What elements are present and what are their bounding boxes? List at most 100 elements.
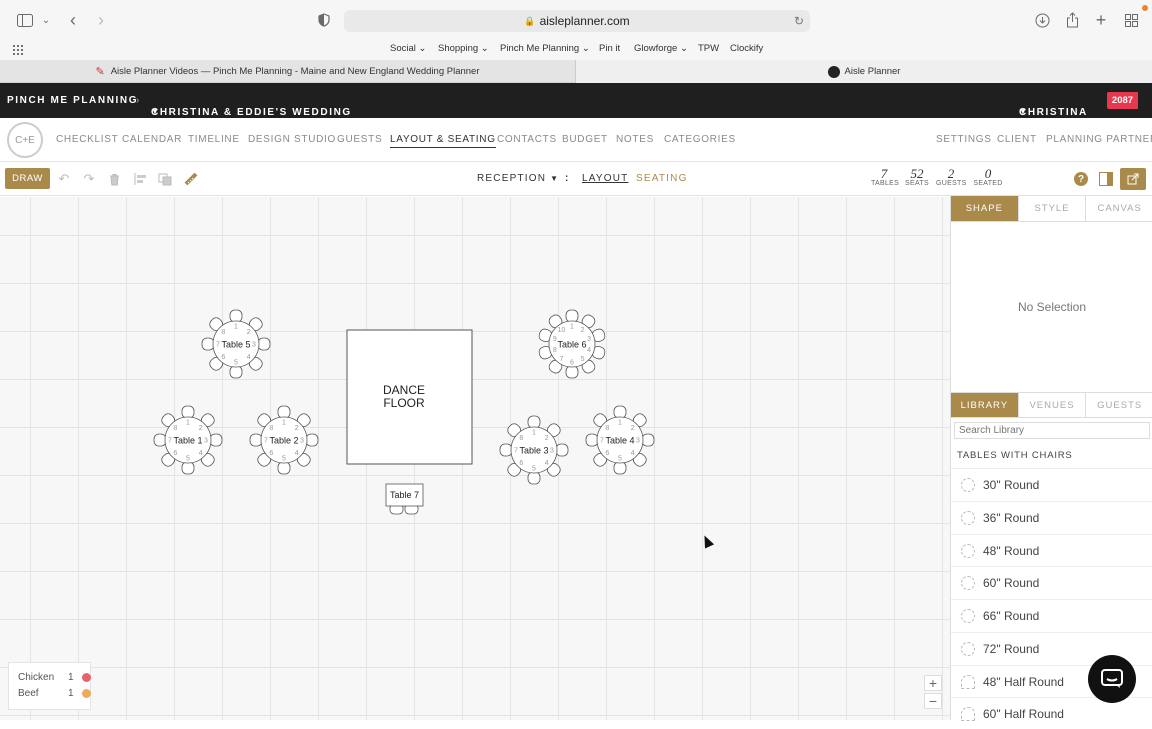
seating-table[interactable]: 1 234 5 678 Table 4: [585, 405, 655, 475]
seat-number: 8: [519, 435, 523, 442]
nav-timeline[interactable]: TIMELINE: [188, 134, 240, 145]
trash-icon[interactable]: [106, 171, 122, 187]
library-item-48-round[interactable]: 48" Round: [951, 534, 1152, 566]
seat-number: 2: [545, 435, 549, 442]
nav-contacts[interactable]: CONTACTS: [497, 134, 557, 145]
room-selector[interactable]: RECEPTION ▼: [477, 173, 559, 184]
undo-icon[interactable]: ↶: [56, 171, 72, 187]
seat-number: 7: [514, 448, 518, 455]
chair: [565, 365, 579, 379]
bookmark-shopping[interactable]: Shopping ⌄: [438, 43, 489, 54]
new-tab-icon[interactable]: +: [1092, 10, 1110, 30]
tab-style[interactable]: STYLE: [1019, 196, 1087, 221]
zoom-in-button[interactable]: +: [924, 675, 942, 691]
grid-icon[interactable]: [12, 44, 23, 55]
library-item-36-round[interactable]: 36" Round: [951, 501, 1152, 533]
download-icon[interactable]: [1033, 10, 1051, 30]
layout-canvas[interactable]: DANCE FLOOR 1 2 3 4 5 6 7 8 Table 5 1 2 3 4 5 6 7 8 9 10 Ta…: [0, 197, 950, 720]
company-name[interactable]: PINCH ME PLANNING: [7, 95, 138, 106]
mode-layout-tab[interactable]: LAYOUT: [582, 173, 628, 184]
url-bar[interactable]: 🔒 aisleplanner.com ↻: [344, 10, 810, 32]
panel-toggle-icon[interactable]: [1093, 168, 1119, 190]
monogram-logo[interactable]: C+E: [7, 122, 43, 158]
chair: [249, 433, 263, 447]
nav-guests[interactable]: GUESTS: [337, 134, 382, 145]
library-item-66-round[interactable]: 66" Round: [951, 599, 1152, 631]
nav-categories[interactable]: CATEGORIES: [664, 134, 736, 145]
round-table-icon: [961, 575, 975, 590]
export-icon[interactable]: [1120, 168, 1146, 190]
align-icon[interactable]: [132, 171, 148, 187]
seat-number: 6: [570, 360, 574, 367]
help-icon[interactable]: ?: [1068, 168, 1094, 190]
seat-number: 5: [282, 456, 286, 463]
draw-button[interactable]: DRAW: [5, 168, 50, 189]
tab-overview-icon[interactable]: [1122, 10, 1140, 30]
chair: [229, 365, 243, 379]
nav-checklist[interactable]: CHECKLIST: [56, 134, 118, 145]
tab-shape[interactable]: SHAPE: [951, 196, 1019, 221]
nav-budget[interactable]: BUDGET: [562, 134, 608, 145]
seating-table[interactable]: 1 234 5 678 Table 5: [201, 309, 271, 379]
bookmark-glowforge[interactable]: Glowforge ⌄: [634, 43, 688, 54]
tab-venues[interactable]: VENUES: [1019, 393, 1087, 417]
back-button[interactable]: ‹: [64, 10, 82, 30]
seat-number: 3: [636, 438, 640, 445]
seating-table[interactable]: Table 7: [385, 483, 424, 515]
seating-table[interactable]: 1 234 5 678 Table 1: [153, 405, 223, 475]
library-item-30-round[interactable]: 30" Round: [951, 468, 1152, 500]
bookmark-tpw[interactable]: TPW: [698, 43, 719, 54]
zoom-out-button[interactable]: −: [924, 693, 942, 709]
forward-button[interactable]: ›: [92, 10, 110, 30]
seat-number: 5: [618, 456, 622, 463]
notification-dot: [1142, 5, 1148, 11]
chair: [257, 337, 271, 351]
half-round-table-icon: [961, 674, 975, 689]
nav-client[interactable]: CLIENT: [997, 134, 1037, 145]
table-label: Table 1: [173, 436, 202, 446]
nav-planning-partners[interactable]: PLANNING PARTNERS: [1046, 134, 1152, 145]
chat-icon: [1101, 669, 1123, 688]
browser-tab-aisle-planner[interactable]: Aisle Planner: [576, 60, 1152, 83]
share-icon[interactable]: [1063, 10, 1081, 30]
tab-library-guests[interactable]: GUESTS: [1086, 393, 1152, 417]
reload-icon[interactable]: ↻: [794, 14, 804, 28]
seat-number: 1: [570, 324, 574, 331]
stat-guests: 2 GUESTS: [936, 166, 967, 187]
library-item-60-half-round[interactable]: 60" Half Round: [951, 697, 1152, 729]
redo-icon[interactable]: ↷: [81, 171, 97, 187]
measure-icon[interactable]: [183, 171, 199, 187]
bookmark-pin-it[interactable]: Pin it: [599, 43, 620, 54]
seating-table[interactable]: 1 234 5 678 Table 3: [499, 415, 569, 485]
chair: [499, 443, 513, 457]
nav-notes[interactable]: NOTES: [616, 134, 654, 145]
tab-library[interactable]: LIBRARY: [951, 393, 1019, 417]
tab-canvas[interactable]: CANVAS: [1086, 196, 1152, 221]
browser-tab-videos[interactable]: ✎ Aisle Planner Videos — Pinch Me Planni…: [0, 60, 576, 83]
sidebar-toggle-icon[interactable]: [16, 10, 34, 30]
nav-layout-seating[interactable]: LAYOUT & SEATING: [390, 134, 496, 148]
nav-calendar[interactable]: CALENDAR: [122, 134, 182, 145]
chair: [209, 433, 223, 447]
notification-badge[interactable]: 2087: [1107, 92, 1138, 109]
main-nav: C+E CHECKLIST CALENDAR TIMELINE DESIGN S…: [0, 118, 1152, 162]
bookmark-pinch-me-planning[interactable]: Pinch Me Planning ⌄: [500, 43, 590, 54]
chevron-down-icon[interactable]: ⌄: [40, 10, 52, 30]
bookmark-social[interactable]: Social ⌄: [390, 43, 426, 54]
nav-settings[interactable]: SETTINGS: [936, 134, 992, 145]
chair: [153, 433, 167, 447]
seat-number: 6: [269, 450, 273, 457]
layers-icon[interactable]: [157, 171, 173, 187]
chat-support-button[interactable]: [1088, 655, 1136, 703]
seating-table[interactable]: 1 234 5 678 Table 2: [249, 405, 319, 475]
stat-seated: 0 SEATED: [973, 166, 1003, 187]
bookmark-clockify[interactable]: Clockify: [730, 43, 763, 54]
search-library-input[interactable]: [954, 422, 1150, 439]
shield-icon[interactable]: [316, 10, 332, 30]
mode-seating-tab[interactable]: SEATING: [636, 173, 688, 184]
seating-table[interactable]: 1 23 45678 910 Table 6: [538, 309, 606, 379]
nav-design-studio[interactable]: DESIGN STUDIO: [248, 134, 336, 145]
library-item-60-round[interactable]: 60" Round: [951, 566, 1152, 598]
chair: [565, 309, 579, 323]
legend-row-chicken: Chicken 1: [18, 672, 91, 683]
